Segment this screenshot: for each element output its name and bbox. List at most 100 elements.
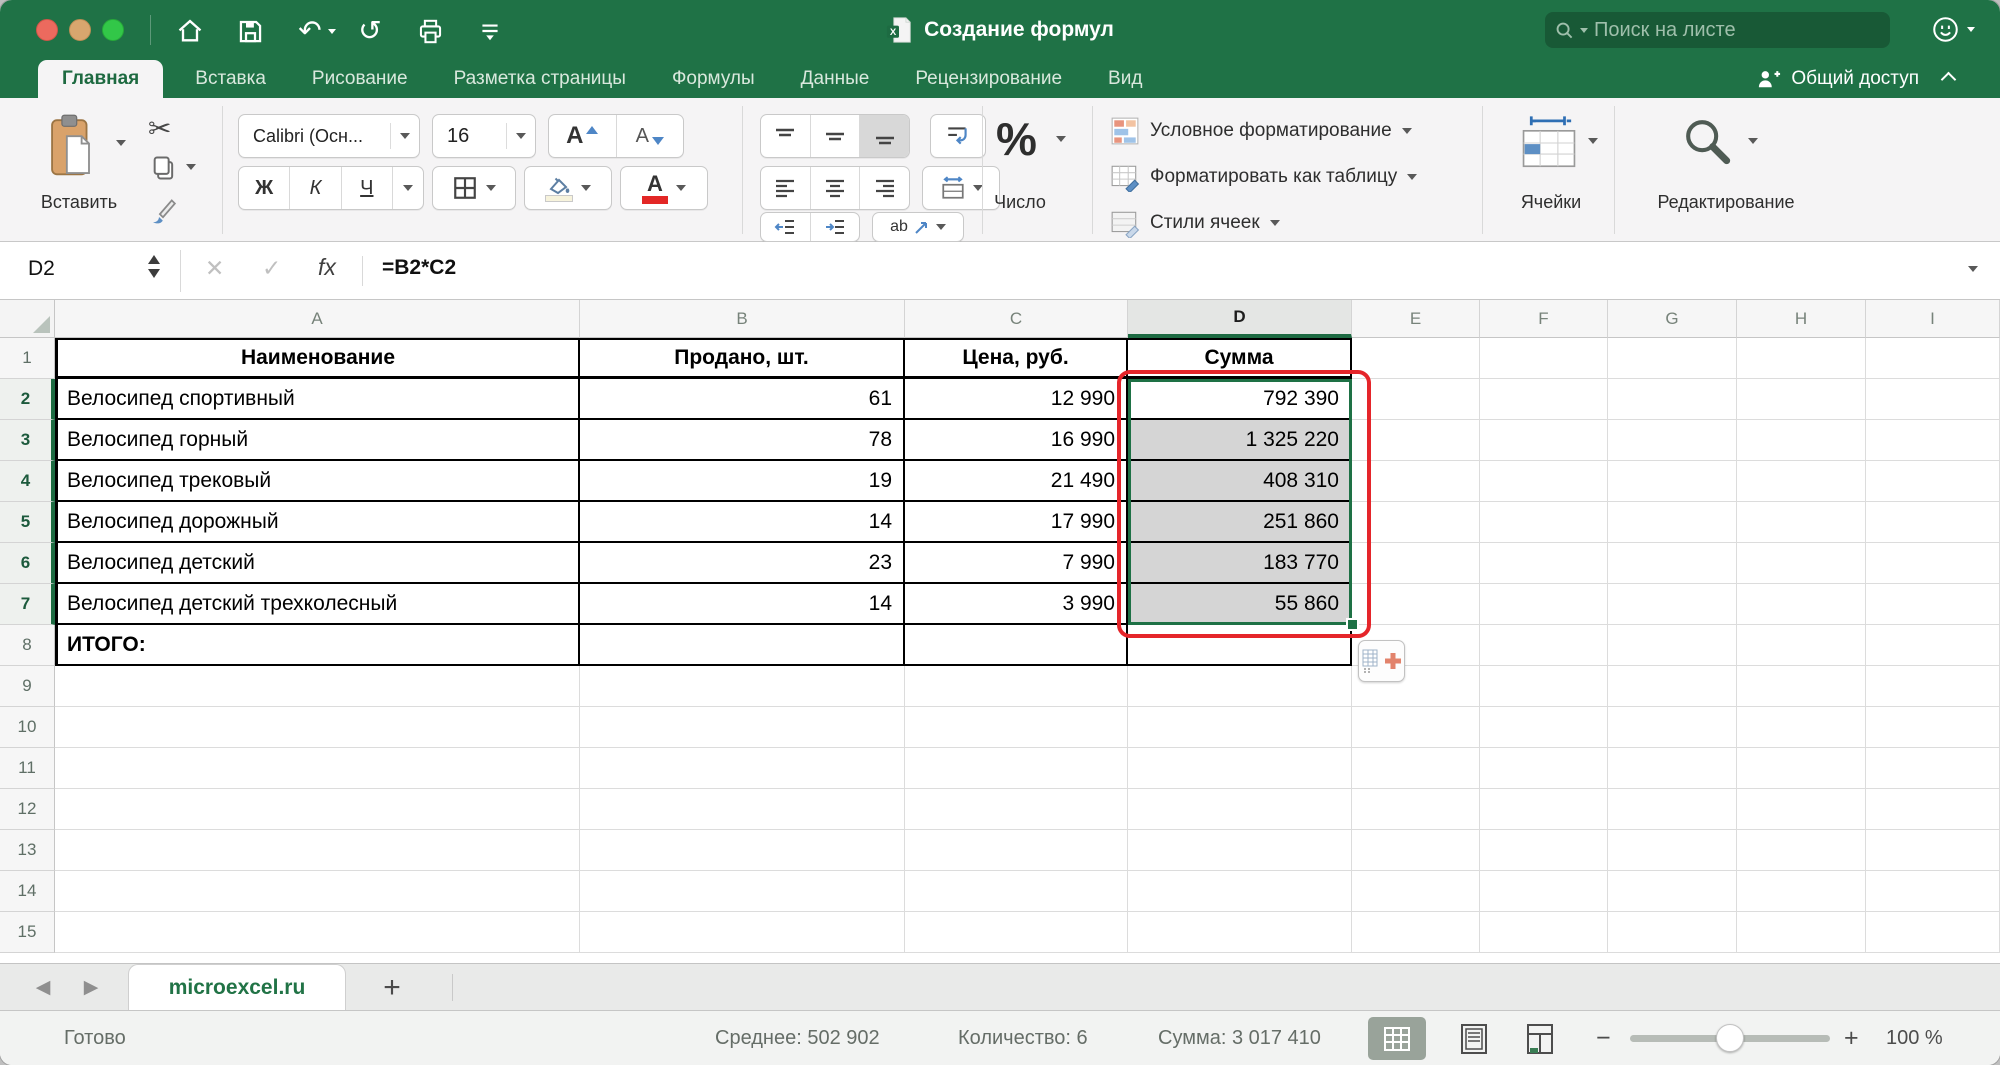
tab-glavnaya[interactable]: Главная bbox=[38, 60, 163, 98]
cell-C6[interactable]: 7 990 bbox=[905, 543, 1128, 584]
cell-A11[interactable] bbox=[55, 748, 580, 789]
cell-E14[interactable] bbox=[1352, 871, 1480, 912]
cell-B3[interactable]: 78 bbox=[580, 420, 905, 461]
tab-vid[interactable]: Вид bbox=[1108, 60, 1142, 98]
name-box[interactable]: D2 bbox=[28, 257, 55, 281]
cell-G6[interactable] bbox=[1608, 543, 1737, 584]
prev-sheet-button[interactable]: ◀ bbox=[26, 964, 60, 1011]
cell-D6[interactable]: 183 770 bbox=[1128, 543, 1352, 584]
tab-vstavka[interactable]: Вставка bbox=[195, 60, 266, 98]
cell-H11[interactable] bbox=[1737, 748, 1866, 789]
cell-E4[interactable] bbox=[1352, 461, 1480, 502]
autofill-options-button[interactable] bbox=[1358, 640, 1405, 682]
row-header-8[interactable]: 8 bbox=[0, 625, 55, 666]
cell-F5[interactable] bbox=[1480, 502, 1608, 543]
cell-G4[interactable] bbox=[1608, 461, 1737, 502]
cell-D11[interactable] bbox=[1128, 748, 1352, 789]
col-header-B[interactable]: B bbox=[580, 300, 905, 338]
cell-A8[interactable]: ИТОГО: bbox=[55, 625, 580, 666]
search-scope-chevron-icon[interactable] bbox=[1580, 28, 1588, 33]
feedback-control[interactable] bbox=[1932, 16, 1975, 43]
italic-button[interactable]: К bbox=[290, 167, 341, 209]
grow-font-button[interactable]: A bbox=[549, 115, 617, 157]
cell-E15[interactable] bbox=[1352, 912, 1480, 953]
cell-C3[interactable]: 16 990 bbox=[905, 420, 1128, 461]
cell-E1[interactable] bbox=[1352, 338, 1480, 379]
cell-H1[interactable] bbox=[1737, 338, 1866, 379]
cell-D10[interactable] bbox=[1128, 707, 1352, 748]
row-header-11[interactable]: 11 bbox=[0, 748, 55, 789]
zoom-slider-thumb[interactable] bbox=[1716, 1024, 1744, 1052]
cell-G9[interactable] bbox=[1608, 666, 1737, 707]
cell-G2[interactable] bbox=[1608, 379, 1737, 420]
confirm-entry-button[interactable]: ✓ bbox=[262, 255, 281, 282]
cell-B2[interactable]: 61 bbox=[580, 379, 905, 420]
cell-A12[interactable] bbox=[55, 789, 580, 830]
add-sheet-button[interactable]: + bbox=[372, 964, 412, 1011]
editing-find-button[interactable] bbox=[1680, 114, 1736, 175]
cell-D14[interactable] bbox=[1128, 871, 1352, 912]
cell-D4[interactable]: 408 310 bbox=[1128, 461, 1352, 502]
cell-A10[interactable] bbox=[55, 707, 580, 748]
cell-I9[interactable] bbox=[1866, 666, 2000, 707]
cell-C15[interactable] bbox=[905, 912, 1128, 953]
cell-C12[interactable] bbox=[905, 789, 1128, 830]
cell-I1[interactable] bbox=[1866, 338, 2000, 379]
tab-risovanie[interactable]: Рисование bbox=[312, 60, 408, 98]
cell-I11[interactable] bbox=[1866, 748, 2000, 789]
cell-B10[interactable] bbox=[580, 707, 905, 748]
page-break-view-button[interactable] bbox=[1518, 1021, 1562, 1057]
cell-I14[interactable] bbox=[1866, 871, 2000, 912]
cell-B13[interactable] bbox=[580, 830, 905, 871]
minimize-window-button[interactable] bbox=[69, 19, 91, 41]
search-input[interactable] bbox=[1594, 19, 1880, 42]
col-header-E[interactable]: E bbox=[1352, 300, 1480, 338]
cell-C5[interactable]: 17 990 bbox=[905, 502, 1128, 543]
cell-H8[interactable] bbox=[1737, 625, 1866, 666]
cell-B14[interactable] bbox=[580, 871, 905, 912]
cell-H13[interactable] bbox=[1737, 830, 1866, 871]
print-button[interactable] bbox=[412, 13, 448, 49]
cell-F14[interactable] bbox=[1480, 871, 1608, 912]
cell-H12[interactable] bbox=[1737, 789, 1866, 830]
zoom-in-button[interactable]: + bbox=[1844, 1024, 1859, 1053]
cell-A3[interactable]: Велосипед горный bbox=[55, 420, 580, 461]
cell-I3[interactable] bbox=[1866, 420, 2000, 461]
paste-dropdown-icon[interactable] bbox=[116, 140, 126, 146]
row-header-1[interactable]: 1 bbox=[0, 338, 55, 379]
wrap-text-button[interactable] bbox=[930, 114, 986, 158]
cell-G5[interactable] bbox=[1608, 502, 1737, 543]
cell-H14[interactable] bbox=[1737, 871, 1866, 912]
cell-A4[interactable]: Велосипед трековый bbox=[55, 461, 580, 502]
formula-input[interactable]: =B2*C2 bbox=[382, 256, 456, 280]
cell-G7[interactable] bbox=[1608, 584, 1737, 625]
cell-C1[interactable]: Цена, руб. bbox=[905, 338, 1128, 379]
cell-F13[interactable] bbox=[1480, 830, 1608, 871]
format-painter-button[interactable] bbox=[148, 196, 178, 231]
fullscreen-window-button[interactable] bbox=[102, 19, 124, 41]
editing-dropdown-icon[interactable] bbox=[1748, 138, 1758, 144]
row-header-2[interactable]: 2 bbox=[0, 379, 55, 420]
cell-B1[interactable]: Продано, шт. bbox=[580, 338, 905, 379]
cell-G10[interactable] bbox=[1608, 707, 1737, 748]
cell-E11[interactable] bbox=[1352, 748, 1480, 789]
align-right-button[interactable] bbox=[860, 167, 909, 209]
cells-dropdown-icon[interactable] bbox=[1588, 138, 1598, 144]
cell-A5[interactable]: Велосипед дорожный bbox=[55, 502, 580, 543]
cell-G3[interactable] bbox=[1608, 420, 1737, 461]
cell-A7[interactable]: Велосипед детский трехколесный bbox=[55, 584, 580, 625]
col-header-F[interactable]: F bbox=[1480, 300, 1608, 338]
fill-color-button[interactable] bbox=[524, 166, 612, 210]
cell-E13[interactable] bbox=[1352, 830, 1480, 871]
cell-D3[interactable]: 1 325 220 bbox=[1128, 420, 1352, 461]
cell-D7[interactable]: 55 860 bbox=[1128, 584, 1352, 625]
cell-I2[interactable] bbox=[1866, 379, 2000, 420]
cell-F2[interactable] bbox=[1480, 379, 1608, 420]
col-header-I[interactable]: I bbox=[1866, 300, 2000, 338]
font-name-select[interactable]: Calibri (Осн... bbox=[238, 114, 420, 158]
copy-button[interactable] bbox=[150, 154, 178, 187]
cell-H4[interactable] bbox=[1737, 461, 1866, 502]
row-header-13[interactable]: 13 bbox=[0, 830, 55, 871]
cell-C9[interactable] bbox=[905, 666, 1128, 707]
cell-G14[interactable] bbox=[1608, 871, 1737, 912]
